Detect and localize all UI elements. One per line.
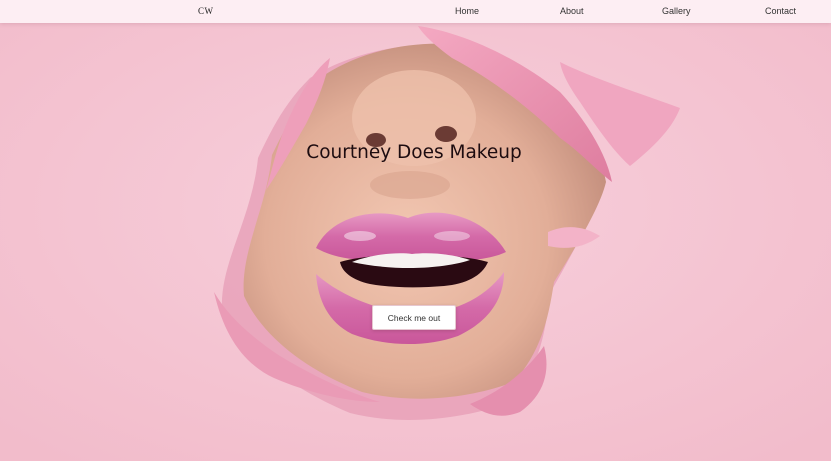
brand-logo[interactable]: CW: [198, 6, 214, 16]
check-me-out-button[interactable]: Check me out: [372, 305, 456, 330]
top-navbar: CW Home About Gallery Contact: [0, 0, 831, 23]
hero-title: Courtney Does Makeup: [306, 142, 522, 163]
nav-link-about[interactable]: About: [560, 6, 584, 16]
nav-link-contact[interactable]: Contact: [765, 6, 796, 16]
nav-link-home[interactable]: Home: [455, 6, 479, 16]
page: CW Home About Gallery Contact Courtney D…: [0, 0, 831, 461]
nav-link-gallery[interactable]: Gallery: [662, 6, 691, 16]
hero-image: [0, 0, 831, 461]
